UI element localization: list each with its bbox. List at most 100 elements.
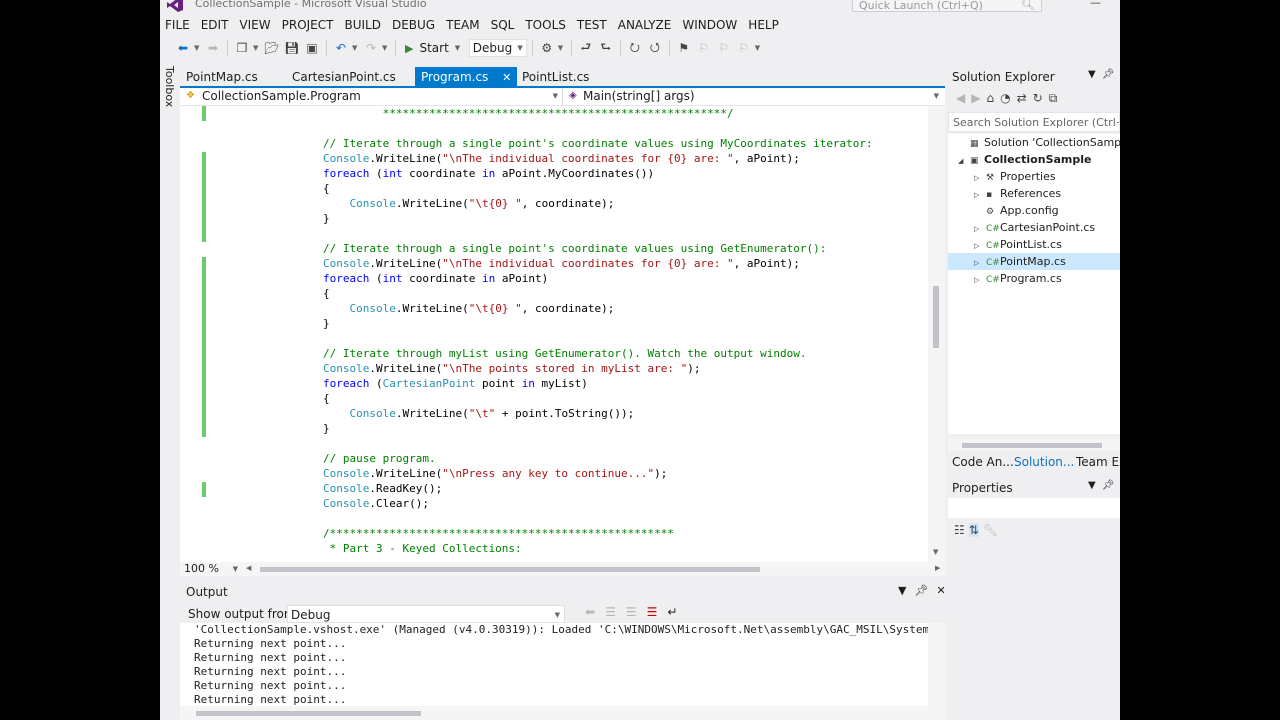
collapse-all-icon[interactable]: ⧉: [1049, 91, 1058, 106]
code-line[interactable]: [323, 331, 933, 346]
code-line[interactable]: // Iterate through myList using GetEnume…: [323, 346, 933, 361]
uncomment-icon[interactable]: ⭯: [646, 39, 664, 57]
selection-margin[interactable]: [180, 106, 204, 562]
pin-icon[interactable]: 📌︎: [914, 584, 928, 597]
tab-solution-explorer[interactable]: Solution...: [1014, 455, 1074, 469]
bookmark-icon[interactable]: ⚑: [675, 39, 693, 57]
undo-icon[interactable]: ↶: [332, 39, 350, 57]
tree-node[interactable]: ▦ Solution 'CollectionSample': [948, 134, 1120, 151]
menu-project[interactable]: PROJECT: [277, 15, 340, 35]
next-message-icon[interactable]: ☰: [626, 605, 637, 619]
properties-object-select[interactable]: [948, 498, 1120, 518]
home-icon[interactable]: ⌂: [986, 91, 994, 106]
code-line[interactable]: Console.Clear();: [323, 496, 933, 511]
new-project-dropdown-icon[interactable]: ▼: [253, 44, 261, 52]
menu-build[interactable]: BUILD: [339, 15, 386, 35]
clear-bookmarks-icon[interactable]: ⚐: [735, 39, 753, 57]
scrollbar-thumb[interactable]: [196, 711, 421, 716]
menu-debug[interactable]: DEBUG: [387, 15, 441, 35]
menu-team[interactable]: TEAM: [441, 15, 485, 35]
new-project-icon[interactable]: ❐: [233, 39, 251, 57]
output-source-select[interactable]: Debug ▼: [287, 605, 565, 623]
comment-icon[interactable]: ⭮: [626, 39, 644, 57]
code-line[interactable]: Console.WriteLine("\t{0} ", coordinate);: [323, 196, 933, 211]
code-line[interactable]: Console.WriteLine("\nThe individual coor…: [323, 151, 933, 166]
type-dropdown[interactable]: ❖ CollectionSample.Program ▼: [182, 88, 563, 105]
code-line[interactable]: [323, 121, 933, 136]
expand-arrow-icon[interactable]: ▷: [974, 259, 986, 267]
previous-message-icon[interactable]: ☰: [605, 605, 616, 619]
word-wrap-icon[interactable]: ↵: [667, 605, 677, 619]
toolbox-tab[interactable]: Toolbox: [163, 66, 176, 107]
code-line[interactable]: Console.WriteLine("\nThe individual coor…: [323, 256, 933, 271]
code-line[interactable]: // Iterate through a single point's coor…: [323, 136, 933, 151]
code-line[interactable]: Console.WriteLine("\nPress any key to co…: [323, 466, 933, 481]
expand-arrow-icon[interactable]: ▷: [974, 242, 986, 250]
output-vertical-scrollbar[interactable]: [928, 623, 945, 706]
scroll-left-icon[interactable]: ◀: [246, 564, 251, 572]
solution-configuration-select[interactable]: Debug ▼: [468, 39, 527, 57]
code-editor[interactable]: ****************************************…: [180, 106, 945, 562]
menu-test[interactable]: TEST: [572, 15, 613, 35]
tree-node[interactable]: ▷ ⚒ Properties: [948, 168, 1120, 185]
code-line[interactable]: * Part 3 - Keyed Collections:: [323, 541, 933, 556]
scroll-down-icon[interactable]: ▼: [933, 548, 938, 556]
tab-pointlist[interactable]: PointList.cs: [516, 67, 595, 86]
code-line[interactable]: foreach (CartesianPoint point in myList): [323, 376, 933, 391]
sync-icon[interactable]: ⇄: [1017, 91, 1027, 106]
close-tab-icon[interactable]: ✕: [502, 71, 511, 84]
code-line[interactable]: {: [323, 181, 933, 196]
undo-dropdown-icon[interactable]: ▼: [352, 44, 360, 52]
code-line[interactable]: }: [323, 316, 933, 331]
back-icon[interactable]: ◀: [956, 91, 965, 106]
code-line[interactable]: }: [323, 421, 933, 436]
tree-node[interactable]: ▷ ▪ References: [948, 185, 1120, 202]
solution-search-input[interactable]: Search Solution Explorer (Ctrl+;): [948, 112, 1120, 132]
previous-bookmark-icon[interactable]: ⚐: [695, 39, 713, 57]
close-icon[interactable]: ✕: [936, 584, 945, 597]
pin-icon[interactable]: 📌︎: [1102, 69, 1115, 80]
window-position-dropdown-icon[interactable]: ▼: [1088, 69, 1096, 80]
pin-icon[interactable]: 📌︎: [1102, 480, 1115, 491]
code-line[interactable]: [323, 226, 933, 241]
toolbar-overflow-icon[interactable]: ▼: [755, 44, 763, 52]
zoom-select[interactable]: 100 % ▼: [184, 562, 240, 576]
tab-team-explorer[interactable]: Team Ex: [1076, 455, 1120, 469]
expand-arrow-icon[interactable]: ▷: [974, 174, 986, 182]
open-file-icon[interactable]: 📂︎: [263, 39, 281, 57]
find-message-icon[interactable]: ⬅: [585, 605, 595, 619]
output-horizontal-scrollbar[interactable]: [180, 706, 945, 720]
menu-analyze[interactable]: ANALYZE: [613, 15, 678, 35]
attach-dropdown-icon[interactable]: ▼: [558, 44, 566, 52]
tree-node[interactable]: ▷ C#Program.cs: [948, 270, 1120, 287]
tree-node[interactable]: ▷ C#PointList.cs: [948, 236, 1120, 253]
navigate-back-dropdown-icon[interactable]: ▼: [194, 44, 202, 52]
window-position-dropdown-icon[interactable]: ▼: [898, 584, 906, 597]
tab-cartesianpoint[interactable]: CartesianPoint.cs: [286, 67, 402, 86]
menu-view[interactable]: VIEW: [234, 15, 276, 35]
menu-help[interactable]: HELP: [743, 15, 785, 35]
code-line[interactable]: [323, 511, 933, 526]
menu-file[interactable]: FILE: [160, 15, 196, 35]
clear-all-icon[interactable]: ☰: [647, 605, 658, 619]
start-debugging-button[interactable]: ▶ Start ▼: [401, 41, 467, 55]
scroll-right-icon[interactable]: ▶: [935, 564, 940, 572]
code-line[interactable]: Console.WriteLine("\t{0} ", coordinate);: [323, 301, 933, 316]
refresh-icon[interactable]: ↻: [1033, 91, 1043, 106]
redo-icon[interactable]: ↷: [362, 39, 380, 57]
code-line[interactable]: }: [323, 211, 933, 226]
tree-node[interactable]: ◢ ▣ CollectionSample: [948, 151, 1120, 168]
code-line[interactable]: ****************************************…: [323, 106, 933, 121]
code-line[interactable]: Console.WriteLine("\nThe points stored i…: [323, 361, 933, 376]
code-line[interactable]: Console.ReadKey();: [323, 481, 933, 496]
code-line[interactable]: /***************************************…: [323, 526, 933, 541]
menu-window[interactable]: WINDOW: [677, 15, 743, 35]
scrollbar-thumb[interactable]: [962, 443, 1102, 448]
redo-dropdown-icon[interactable]: ▼: [382, 44, 390, 52]
tree-node[interactable]: ▷ C#PointMap.cs: [948, 253, 1120, 270]
navigate-back-icon[interactable]: ⬅: [174, 39, 192, 57]
attach-icon[interactable]: ⚙: [538, 39, 556, 57]
code-line[interactable]: Console.WriteLine("\t" + point.ToString(…: [323, 406, 933, 421]
tree-node[interactable]: ▷ C#CartesianPoint.cs: [948, 219, 1120, 236]
next-bookmark-icon[interactable]: ⚐: [715, 39, 733, 57]
